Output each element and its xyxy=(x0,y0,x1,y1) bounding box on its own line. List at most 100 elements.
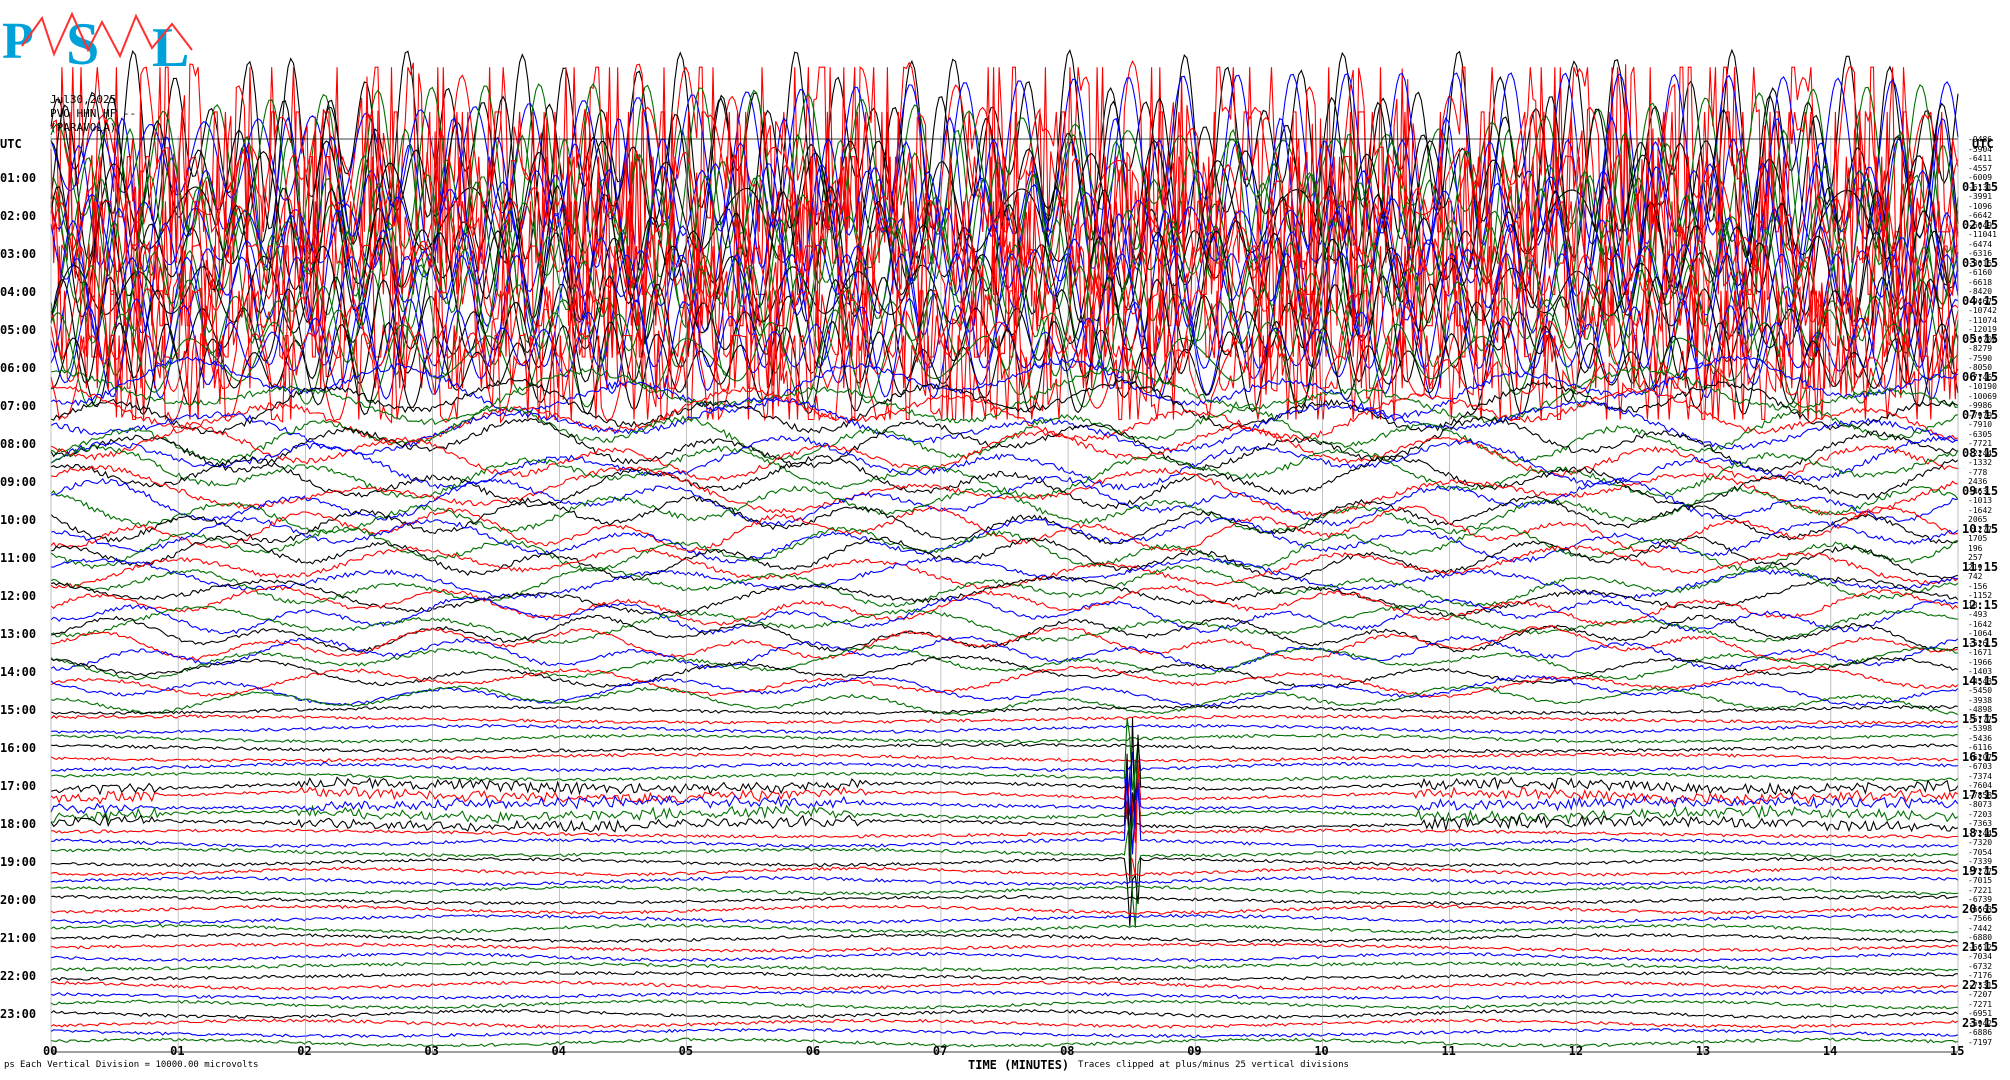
date-label: Jul30,2025 xyxy=(50,93,117,106)
trace-mean-label: -6942 xyxy=(1968,1018,1993,1028)
trace-line xyxy=(50,913,1959,925)
left-time-label: 07:00 xyxy=(0,399,37,413)
x-tick-label: 00 xyxy=(43,1044,58,1058)
x-tick-label: 12 xyxy=(1568,1044,1584,1058)
trace-line xyxy=(50,932,1959,944)
trace-line xyxy=(50,714,1959,725)
trace-line xyxy=(50,752,1959,763)
trace-mean-label: -7320 xyxy=(1968,838,1993,847)
trace-mean-label: -7331 xyxy=(1968,980,1993,990)
trace-mean-label: -1403 xyxy=(1968,667,1993,676)
trace-mean-label: -6642 xyxy=(1968,211,1993,220)
trace-line xyxy=(50,465,1959,518)
trace-mean-label: -6739 xyxy=(1968,895,1993,904)
clip-note: Traces clipped at plus/minus 25 vertical… xyxy=(1078,1060,1349,1070)
trace-mean-label: -7721 xyxy=(1968,439,1993,448)
trace-line xyxy=(50,454,1959,510)
trace-mean-label: -7363 xyxy=(1968,819,1993,828)
trace-mean-label: -6703 xyxy=(1968,762,1993,771)
trace-mean-label: -7339 xyxy=(1968,857,1993,866)
trace-mean-label: -6207 xyxy=(1968,752,1993,762)
corner-mark: ps xyxy=(4,1060,15,1070)
trace-line xyxy=(50,742,1959,819)
trace-mean-label: -7979 xyxy=(1968,410,1993,420)
trace-mean-label: -6160 xyxy=(1968,268,1993,277)
trace-mean-label: -6009 xyxy=(1968,173,1993,182)
trace-line xyxy=(50,575,1959,618)
trace-line xyxy=(50,1037,1959,1048)
trace-mean-label: -8050 xyxy=(1968,363,1993,372)
left-time-label: 04:00 xyxy=(0,285,37,299)
trace-mean-label: -7244 xyxy=(1968,828,1993,838)
x-tick-label: 02 xyxy=(297,1044,312,1058)
left-time-label: 08:00 xyxy=(0,437,37,451)
trace-line xyxy=(50,970,1958,982)
trace-mean-label: -778 xyxy=(1968,467,1988,477)
trace-mean-label: -12019 xyxy=(1968,325,1997,334)
trace-mean-label: -11041 xyxy=(1968,230,1997,239)
trace-line xyxy=(50,951,1959,963)
trace-mean-label: -1642 xyxy=(1968,505,1993,515)
trace-mean-label: -3991 xyxy=(1968,192,1993,201)
trace-line xyxy=(50,475,1959,527)
trace-mean-label: 219 xyxy=(1968,562,1983,572)
trace-mean-label: 2065 xyxy=(1968,515,1988,524)
x-tick-label: 06 xyxy=(805,1044,821,1058)
trace-mean-label: -9467 xyxy=(1968,296,1993,306)
trace-mean-label: -6612 xyxy=(1968,942,1993,952)
x-tick-label: 04 xyxy=(551,1044,566,1058)
trace-mean-label: -6663 xyxy=(1968,904,1993,914)
trace-line xyxy=(50,923,1959,934)
x-tick-label: 08 xyxy=(1060,1044,1075,1058)
left-time-label: 22:00 xyxy=(0,969,37,983)
left-time-label: 15:00 xyxy=(0,703,37,717)
svg-text:S: S xyxy=(66,11,99,72)
left-time-label: 03:00 xyxy=(0,247,37,261)
trace-line xyxy=(50,717,1959,791)
trace-mean-label: -1013 xyxy=(1968,496,1993,505)
left-time-label: 02:00 xyxy=(0,209,37,223)
trace-line xyxy=(50,904,1959,915)
trace-mean-label: 257 xyxy=(1968,553,1983,562)
left-time-label: 12:00 xyxy=(0,589,37,603)
trace-line xyxy=(50,942,1959,953)
trace-mean-label: -7197 xyxy=(1968,1037,1993,1047)
trace-mean-label: -7374 xyxy=(1968,771,1993,781)
trace-mean-label: -6951 xyxy=(1968,1009,1993,1018)
trace-line xyxy=(50,961,1959,972)
trace-mean-label: -6618 xyxy=(1968,277,1993,287)
trace-mean-label: -6411 xyxy=(1968,154,1993,163)
trace-mean-label: -7910 xyxy=(1968,420,1993,429)
trace-mean-label: -6732 xyxy=(1968,961,1993,971)
trace-line xyxy=(50,723,1959,735)
trace-mean-label: -1152 xyxy=(1968,591,1993,600)
left-time-label: 11:00 xyxy=(0,551,37,565)
trace-mean-label: -7271 xyxy=(1968,999,1993,1009)
trace-line xyxy=(50,1008,1959,1020)
trace-mean-label: -3938 xyxy=(1968,695,1993,705)
trace-line xyxy=(51,885,1959,896)
trace-line xyxy=(50,377,1959,435)
trace-line xyxy=(50,614,1959,653)
trace-mean-label: -4543 xyxy=(1968,676,1993,686)
trace-mean-label: -7277 xyxy=(1968,866,1993,876)
trace-line xyxy=(50,655,1959,689)
trace-mean-label: 18 xyxy=(1968,600,1978,610)
x-tick-label: 09 xyxy=(1187,1044,1202,1058)
trace-mean-label: -10069 xyxy=(1968,391,1997,401)
trace-line xyxy=(50,1027,1959,1038)
x-tick-label: 07 xyxy=(932,1044,948,1058)
x-tick-label: 15 xyxy=(1950,1044,1965,1058)
trace-mean-label: -11074 xyxy=(1968,315,1997,325)
trace-mean-label: -6880 xyxy=(1968,933,1993,942)
x-tick-label: 10 xyxy=(1314,1044,1329,1058)
trace-mean-label: -7054 xyxy=(1968,847,1993,857)
trace-mean-label: -9486 xyxy=(1968,135,1993,144)
left-time-label: 21:00 xyxy=(0,931,37,945)
trace-mean-label: -463 xyxy=(1968,486,1988,496)
trace-mean-label: -6131 xyxy=(1968,182,1993,192)
trace-mean-label: -6474 xyxy=(1968,239,1993,249)
x-tick-label: 05 xyxy=(678,1044,694,1058)
station-label: PVO HHN HF -- xyxy=(50,107,137,120)
trace-mean-label: -7203 xyxy=(1968,809,1993,819)
